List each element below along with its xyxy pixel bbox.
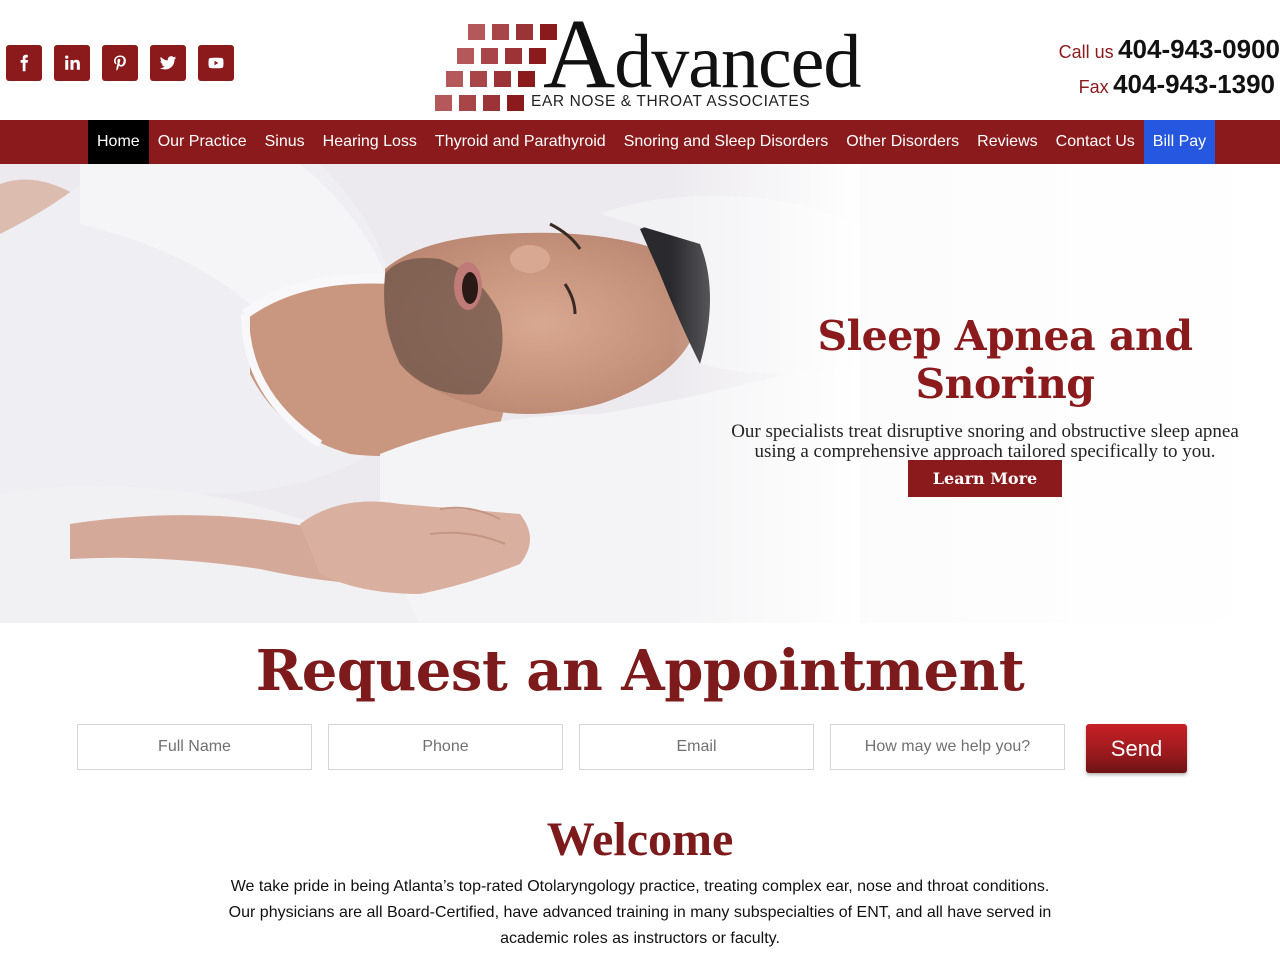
appointment-title: Request an Appointment (255, 638, 1025, 704)
hero-subtitle-line2: using a comprehensive approach tailored … (754, 441, 1216, 462)
call-row: Call us 404-943-0900 (1059, 34, 1280, 69)
pinterest-link[interactable] (102, 45, 138, 81)
fax-number: 404-943-1390 (1113, 69, 1275, 99)
nav-item-snoring-sleep[interactable]: Snoring and Sleep Disorders (615, 120, 838, 164)
nav-item-home[interactable]: Home (88, 120, 149, 164)
nav-item-hearing-loss[interactable]: Hearing Loss (314, 120, 426, 164)
logo-square (492, 24, 509, 40)
nav-item-other-disorders[interactable]: Other Disorders (837, 120, 968, 164)
logo-square (457, 48, 474, 64)
call-number[interactable]: 404-943-0900 (1118, 34, 1280, 64)
nav-item-bill-pay[interactable]: Bill Pay (1143, 120, 1216, 164)
site-logo[interactable]: Advanced EAR NOSE & THROAT ASSOCIATES (433, 4, 861, 114)
logo-square (459, 95, 476, 111)
logo-subtitle: EAR NOSE & THROAT ASSOCIATES (531, 93, 811, 110)
social-links (6, 45, 234, 81)
phone-input[interactable] (328, 724, 563, 770)
learn-more-button[interactable]: Learn More (908, 460, 1062, 497)
welcome-line2: Our physicians are all Board-Certified, … (228, 904, 1052, 921)
welcome-line1: We take pride in being Atlanta’s top-rat… (230, 878, 1050, 895)
linkedin-icon (65, 55, 80, 70)
welcome-line3: academic roles as instructors or faculty… (500, 930, 780, 947)
hero-subtitle: Our specialists treat disruptive snoring… (690, 422, 1280, 462)
logo-square (470, 71, 487, 87)
send-button[interactable]: Send (1086, 724, 1187, 773)
appointment-form (77, 724, 1081, 770)
contact-info: Call us 404-943-0900 Fax 404-943-1390 (1059, 34, 1280, 104)
logo-square (483, 95, 500, 111)
nav-item-sinus[interactable]: Sinus (256, 120, 314, 164)
message-input[interactable] (830, 724, 1065, 770)
youtube-icon (208, 57, 224, 69)
call-label: Call us (1058, 42, 1114, 62)
pinterest-icon (114, 55, 126, 71)
fax-label: Fax (1078, 77, 1109, 97)
youtube-link[interactable] (198, 45, 234, 81)
fax-row: Fax 404-943-1390 (1059, 69, 1275, 104)
logo-wordmark: Advanced (543, 4, 861, 104)
logo-square (468, 24, 485, 40)
logo-square (435, 95, 452, 111)
nav-item-reviews[interactable]: Reviews (968, 120, 1046, 164)
hero-title: Sleep Apnea and Snoring (817, 312, 1193, 408)
nav-item-thyroid[interactable]: Thyroid and Parathyroid (426, 120, 615, 164)
hero-subtitle-line1: Our specialists treat disruptive snoring… (731, 421, 1239, 442)
logo-word-rest: dvanced (614, 20, 861, 104)
welcome-text: We take pride in being Atlanta’s top-rat… (220, 874, 1060, 952)
logo-square (507, 95, 524, 111)
hero-content: Sleep Apnea and Snoring Our specialists … (690, 312, 1280, 462)
email-input[interactable] (579, 724, 814, 770)
linkedin-link[interactable] (54, 45, 90, 81)
logo-square (446, 71, 463, 87)
hero-banner: Sleep Apnea and Snoring Our specialists … (0, 164, 1280, 623)
logo-square (494, 71, 511, 87)
facebook-link[interactable] (6, 45, 42, 81)
logo-square (481, 48, 498, 64)
logo-square (518, 71, 535, 87)
welcome-title: Welcome (546, 813, 734, 866)
site-header: Advanced EAR NOSE & THROAT ASSOCIATES Ca… (0, 0, 1280, 120)
nav-item-our-practice[interactable]: Our Practice (149, 120, 256, 164)
facebook-icon (20, 54, 28, 72)
twitter-icon (159, 56, 177, 70)
twitter-link[interactable] (150, 45, 186, 81)
nav-item-contact-us[interactable]: Contact Us (1047, 120, 1144, 164)
logo-square (505, 48, 522, 64)
logo-square (516, 24, 533, 40)
main-nav: Home Our Practice Sinus Hearing Loss Thy… (0, 120, 1280, 164)
full-name-input[interactable] (77, 724, 312, 770)
